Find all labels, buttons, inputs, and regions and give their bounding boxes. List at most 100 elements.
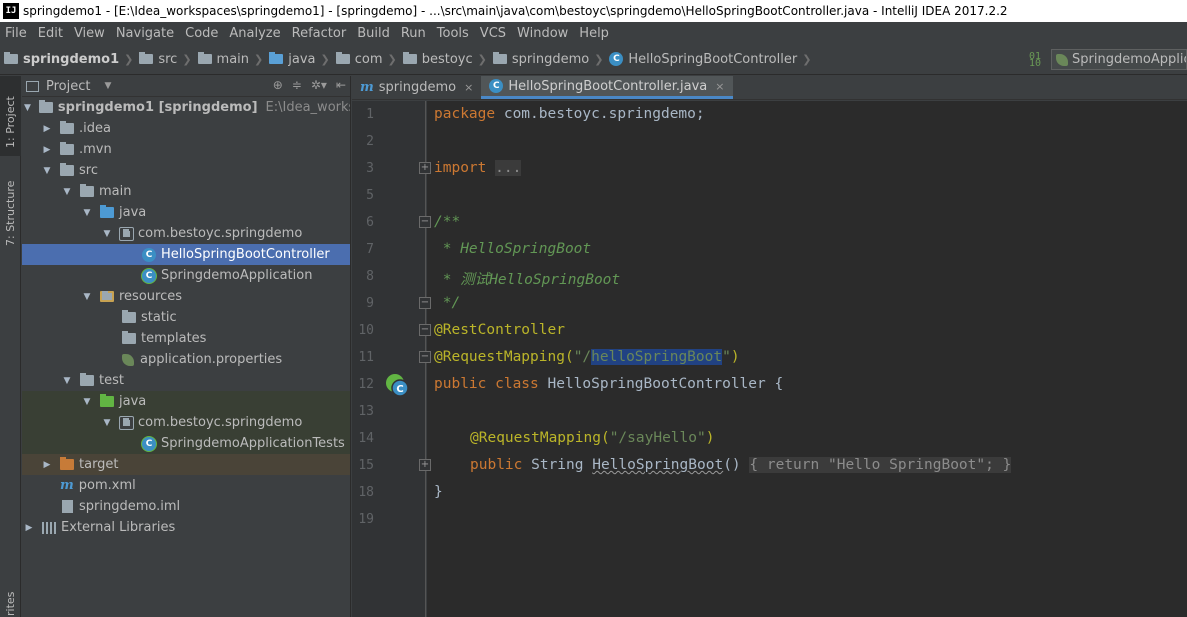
line-number: 8 bbox=[366, 269, 374, 284]
binary-icon[interactable]: 01 10 bbox=[1029, 51, 1043, 68]
close-icon[interactable]: × bbox=[715, 80, 724, 93]
expanded-arrow-icon[interactable]: ▼ bbox=[102, 418, 112, 428]
spring-bean-gutter-icon[interactable]: C bbox=[385, 373, 409, 397]
tree-item-springdemoapplication[interactable]: C SpringdemoApplication bbox=[22, 265, 350, 286]
hide-panel-icon[interactable]: ⇤ bbox=[336, 78, 346, 92]
tree-item-templates[interactable]: templates bbox=[22, 328, 350, 349]
menu-window[interactable]: Window bbox=[512, 26, 574, 41]
tree-item-springdemoapplicationtests[interactable]: C SpringdemoApplicationTests bbox=[22, 433, 350, 454]
breadcrumb-src[interactable]: src ❯ bbox=[135, 52, 193, 67]
chevron-down-icon[interactable]: ▼ bbox=[104, 81, 111, 91]
breadcrumb-springdemo[interactable]: springdemo ❯ bbox=[489, 52, 606, 67]
breadcrumb-com[interactable]: com ❯ bbox=[332, 52, 399, 67]
tab-springdemo[interactable]: m springdemo × bbox=[352, 76, 481, 99]
menu-vcs[interactable]: VCS bbox=[475, 26, 512, 41]
fold-collapse-icon[interactable]: − bbox=[419, 216, 431, 228]
fold-collapse-icon[interactable]: − bbox=[419, 351, 431, 363]
menu-tools[interactable]: Tools bbox=[432, 26, 475, 41]
spring-class-icon: C bbox=[142, 268, 156, 283]
tree-item-pom-xml[interactable]: m pom.xml bbox=[22, 475, 350, 496]
expanded-arrow-icon[interactable]: ▼ bbox=[24, 103, 31, 113]
tree-item-project-root[interactable]: ▼springdemo1 [springdemo]E:\Idea_workspa… bbox=[22, 97, 350, 118]
expanded-arrow-icon[interactable]: ▼ bbox=[82, 208, 92, 218]
tree-item-src[interactable]: ▼ src bbox=[22, 160, 350, 181]
chevron-right-icon: ❯ bbox=[477, 52, 487, 66]
tree-item-static[interactable]: static bbox=[22, 307, 350, 328]
fold-collapse-icon[interactable]: − bbox=[419, 324, 431, 336]
fold-expand-icon[interactable]: + bbox=[419, 162, 431, 174]
expanded-arrow-icon[interactable]: ▼ bbox=[62, 187, 72, 197]
fold-end-icon[interactable]: − bbox=[419, 297, 431, 309]
tree-item-test[interactable]: ▼ test bbox=[22, 370, 350, 391]
maven-m-icon: m bbox=[60, 478, 74, 493]
chevron-right-icon: ❯ bbox=[182, 52, 192, 66]
tree-item-springdemo-iml[interactable]: springdemo.iml bbox=[22, 496, 350, 517]
navigation-bar: springdemo1 ❯ src ❯ main ❯ java ❯ com ❯ besto… bbox=[0, 44, 1187, 75]
tree-item-external-libraries[interactable]: ▶ External Libraries bbox=[22, 517, 350, 538]
expanded-arrow-icon[interactable]: ▼ bbox=[42, 166, 52, 176]
tree-item-main-java[interactable]: ▼ java bbox=[22, 202, 350, 223]
folder-icon bbox=[60, 121, 74, 134]
fold-expand-icon[interactable]: + bbox=[419, 459, 431, 471]
expanded-arrow-icon[interactable]: ▼ bbox=[102, 229, 112, 239]
test-source-folder-icon bbox=[100, 394, 114, 407]
menu-navigate[interactable]: Navigate bbox=[111, 26, 180, 41]
collapsed-arrow-icon[interactable]: ▶ bbox=[24, 523, 34, 533]
tree-item-hellospringbootcontroller[interactable]: C HelloSpringBootController bbox=[22, 244, 350, 265]
chevron-right-icon: ❯ bbox=[802, 52, 812, 66]
close-icon[interactable]: × bbox=[464, 81, 473, 94]
menu-run[interactable]: Run bbox=[396, 26, 432, 41]
menu-file[interactable]: File bbox=[0, 26, 33, 41]
tool-tab-project[interactable]: 1: Project bbox=[0, 76, 21, 156]
chevron-right-icon: ❯ bbox=[124, 52, 134, 66]
title-bar: IJ springdemo1 - [E:\Idea_workspaces\spr… bbox=[0, 0, 1187, 22]
expanded-arrow-icon[interactable]: ▼ bbox=[82, 397, 92, 407]
project-view-title[interactable]: Project bbox=[46, 79, 90, 94]
menu-view[interactable]: View bbox=[69, 26, 111, 41]
tree-item-test-package[interactable]: ▼ com.bestoyc.springdemo bbox=[22, 412, 350, 433]
tool-tab-structure[interactable]: 7: Structure bbox=[0, 166, 21, 248]
breadcrumb-class[interactable]: C HelloSpringBootController ❯ bbox=[605, 52, 813, 67]
locate-icon[interactable]: ⊕ bbox=[273, 78, 283, 92]
line-number: 6 bbox=[366, 215, 374, 230]
collapsed-arrow-icon[interactable]: ▶ bbox=[42, 460, 52, 470]
menu-code[interactable]: Code bbox=[180, 26, 224, 41]
chevron-right-icon: ❯ bbox=[387, 52, 397, 66]
menu-analyze[interactable]: Analyze bbox=[224, 26, 286, 41]
menu-help[interactable]: Help bbox=[574, 26, 615, 41]
tree-item-resources[interactable]: ▼ resources bbox=[22, 286, 350, 307]
tree-item-mvn[interactable]: ▶ .mvn bbox=[22, 139, 350, 160]
project-panel-header: Project ▼ ⊕ ≑ ✲▾ ⇤ bbox=[22, 76, 350, 97]
folder-icon bbox=[60, 142, 74, 155]
package-icon bbox=[335, 52, 350, 64]
code-line: /** bbox=[434, 214, 461, 230]
collapse-all-icon[interactable]: ≑ bbox=[292, 78, 302, 92]
line-number: 18 bbox=[358, 485, 374, 500]
expanded-arrow-icon[interactable]: ▼ bbox=[82, 292, 92, 302]
line-number: 14 bbox=[358, 431, 374, 446]
tree-item-main-package[interactable]: ▼ com.bestoyc.springdemo bbox=[22, 223, 350, 244]
breadcrumb-project[interactable]: springdemo1 ❯ bbox=[0, 52, 135, 67]
source-folder-icon bbox=[269, 52, 284, 64]
collapsed-arrow-icon[interactable]: ▶ bbox=[42, 124, 52, 134]
tab-hellospringbootcontroller[interactable]: C HelloSpringBootController.java × bbox=[481, 76, 733, 99]
menu-build[interactable]: Build bbox=[352, 26, 396, 41]
code-line: import ... bbox=[434, 160, 522, 176]
tree-item-test-java[interactable]: ▼ java bbox=[22, 391, 350, 412]
spring-properties-icon bbox=[122, 353, 134, 366]
folded-imports[interactable]: ... bbox=[495, 160, 522, 176]
breadcrumb-main[interactable]: main ❯ bbox=[194, 52, 266, 67]
breadcrumb-java[interactable]: java ❯ bbox=[265, 52, 331, 67]
collapsed-arrow-icon[interactable]: ▶ bbox=[42, 145, 52, 155]
tool-tab-favorites[interactable]: rites bbox=[0, 586, 21, 617]
gear-icon[interactable]: ✲▾ bbox=[311, 78, 327, 92]
tree-item-main[interactable]: ▼ main bbox=[22, 181, 350, 202]
tree-item-target[interactable]: ▶ target bbox=[22, 454, 350, 475]
run-configuration-dropdown[interactable]: SpringdemoApplica bbox=[1051, 49, 1187, 70]
tree-item-application-properties[interactable]: application.properties bbox=[22, 349, 350, 370]
menu-edit[interactable]: Edit bbox=[33, 26, 69, 41]
expanded-arrow-icon[interactable]: ▼ bbox=[62, 376, 72, 386]
menu-refactor[interactable]: Refactor bbox=[287, 26, 353, 41]
breadcrumb-bestoyc[interactable]: bestoyc ❯ bbox=[399, 52, 489, 67]
tree-item-idea[interactable]: ▶ .idea bbox=[22, 118, 350, 139]
